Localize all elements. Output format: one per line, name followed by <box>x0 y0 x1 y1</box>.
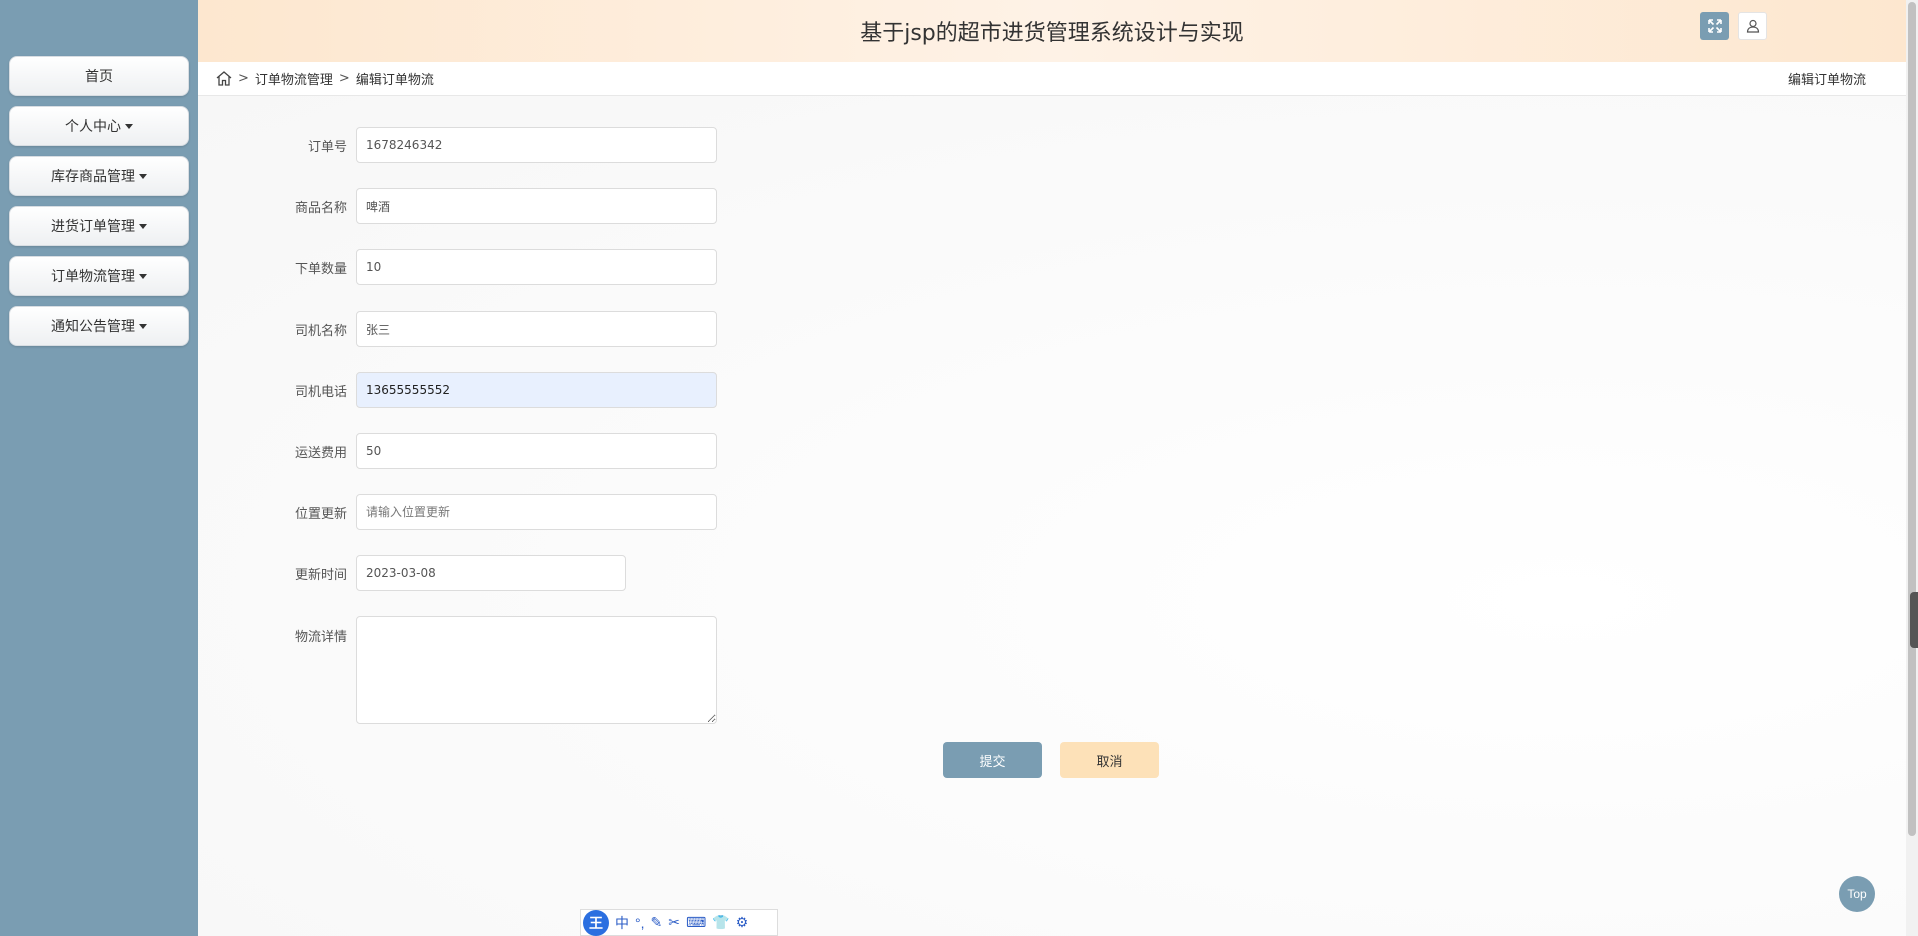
user-icon <box>1746 19 1759 33</box>
driver-phone-label: 司机电话 <box>294 384 347 400</box>
sidebar-item-label: 个人中心 <box>65 119 121 135</box>
caret-down-icon <box>139 173 147 179</box>
ime-scissors-icon[interactable]: ✂ <box>668 914 680 931</box>
breadcrumb-separator: > <box>238 71 249 86</box>
app-title: 基于jsp的超市进货管理系统设计与实现 <box>860 21 1244 46</box>
expand-icon <box>1707 19 1722 33</box>
side-panel-handle[interactable] <box>1910 592 1918 648</box>
sidebar-item-personal-center[interactable]: 个人中心 <box>9 106 189 146</box>
shipping-fee-label: 运送费用 <box>294 445 347 461</box>
user-button[interactable] <box>1738 12 1767 40</box>
update-time-input[interactable] <box>356 555 626 591</box>
ime-logo[interactable]: 王 <box>583 909 609 936</box>
breadcrumb-separator: > <box>338 71 350 86</box>
form-row-location-update: 位置更新 <box>198 494 717 530</box>
home-icon <box>216 71 232 86</box>
scrollbar-thumb[interactable] <box>1908 2 1916 836</box>
form-row-product-name: 商品名称 <box>198 188 717 224</box>
update-time-label: 更新时间 <box>294 567 347 583</box>
ime-settings-icon[interactable]: ⚙ <box>736 914 749 931</box>
logistics-details-label: 物流详情 <box>294 630 347 645</box>
cancel-button[interactable]: 取消 <box>1060 742 1159 778</box>
sidebar-item-purchase-orders[interactable]: 进货订单管理 <box>9 206 189 246</box>
order-number-input[interactable] <box>356 127 717 163</box>
caret-down-icon <box>139 323 147 329</box>
sidebar-item-home[interactable]: 首页 <box>9 56 189 96</box>
sidebar-item-label: 订单物流管理 <box>51 269 135 285</box>
submit-button[interactable]: 提交 <box>943 742 1042 778</box>
back-to-top-button[interactable]: Top <box>1839 876 1875 912</box>
form-row-order-number: 订单号 <box>198 127 717 163</box>
fullscreen-button[interactable] <box>1700 12 1729 40</box>
driver-phone-input[interactable] <box>356 372 717 408</box>
ime-keyboard-icon[interactable]: ⌨ <box>686 914 706 931</box>
sidebar-item-label: 库存商品管理 <box>51 169 135 185</box>
order-quantity-input[interactable] <box>356 249 717 285</box>
ime-toolbar: 王 中 °, ✎ ✂ ⌨ 👕 ⚙ <box>580 909 778 936</box>
form-row-driver-name: 司机名称 <box>198 311 717 347</box>
order-number-label: 订单号 <box>307 139 347 155</box>
form-row-driver-phone: 司机电话 <box>198 372 717 408</box>
breadcrumb: > 订单物流管理 > 编辑订单物流 编辑订单物流 <box>198 62 1906 96</box>
edit-logistics-form: 订单号 商品名称 下单数量 司机名称 司机电话 运送费用 位置更新 更新时间 物… <box>198 96 1906 936</box>
caret-down-icon <box>139 273 147 279</box>
sidebar-item-label: 通知公告管理 <box>51 319 135 335</box>
caret-down-icon <box>125 123 133 129</box>
order-quantity-label: 下单数量 <box>294 261 347 277</box>
form-row-order-quantity: 下单数量 <box>198 249 717 285</box>
driver-name-input[interactable] <box>356 311 717 347</box>
sidebar-item-inventory[interactable]: 库存商品管理 <box>9 156 189 196</box>
sidebar-item-notices[interactable]: 通知公告管理 <box>9 306 189 346</box>
sidebar: 首页 个人中心 库存商品管理 进货订单管理 订单物流管理 通知公告管理 <box>0 0 198 936</box>
caret-down-icon <box>139 223 147 229</box>
sidebar-item-order-logistics[interactable]: 订单物流管理 <box>9 256 189 296</box>
vertical-scrollbar[interactable] <box>1906 0 1918 936</box>
logistics-details-textarea[interactable] <box>356 616 717 724</box>
breadcrumb-home[interactable] <box>216 71 232 86</box>
ime-skin-icon[interactable]: 👕 <box>712 914 729 931</box>
location-update-input[interactable] <box>356 494 717 530</box>
form-row-logistics-details: 物流详情 <box>198 616 717 724</box>
product-name-input[interactable] <box>356 188 717 224</box>
header: 基于jsp的超市进货管理系统设计与实现 <box>198 0 1906 62</box>
product-name-label: 商品名称 <box>294 200 347 216</box>
form-row-shipping-fee: 运送费用 <box>198 433 717 469</box>
ime-chinese-mode[interactable]: 中 <box>615 913 629 933</box>
location-update-label: 位置更新 <box>294 506 347 522</box>
shipping-fee-input[interactable] <box>356 433 717 469</box>
form-row-update-time: 更新时间 <box>198 555 626 591</box>
driver-name-label: 司机名称 <box>294 323 347 339</box>
ime-punctuation-icon[interactable]: °, <box>635 915 645 931</box>
sidebar-item-label: 首页 <box>85 69 113 85</box>
breadcrumb-item-order-logistics[interactable]: 订单物流管理 <box>255 69 333 88</box>
ime-handwriting-icon[interactable]: ✎ <box>651 914 663 931</box>
sidebar-item-label: 进货订单管理 <box>51 219 135 235</box>
page-label: 编辑订单物流 <box>1787 73 1866 88</box>
breadcrumb-item-edit-logistics: 编辑订单物流 <box>355 73 434 88</box>
